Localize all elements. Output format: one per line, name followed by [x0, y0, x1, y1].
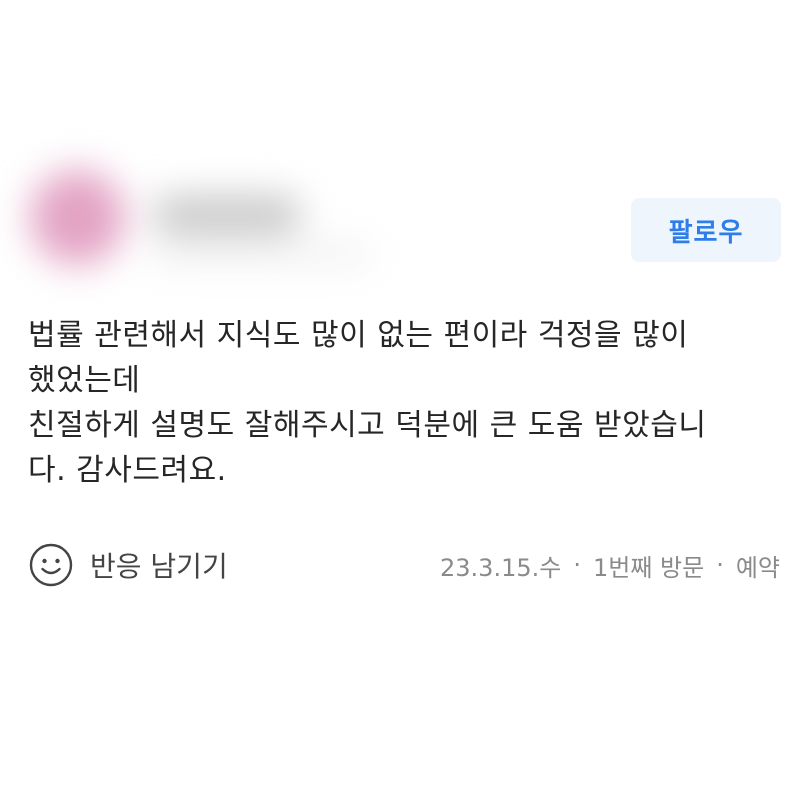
reaction-label: 반응 남기기 [90, 550, 228, 583]
follow-button[interactable]: 팔로우 [631, 198, 781, 262]
review-line: 했었는데 [28, 363, 141, 398]
visit-type: 예약 [735, 553, 780, 582]
username-redacted [152, 195, 302, 235]
review-line: 다. 감사드려요. [28, 453, 227, 488]
visit-count: 1번째 방문 [592, 553, 705, 582]
meta-separator: · [716, 551, 724, 579]
smile-icon [29, 543, 73, 587]
review-date: 23.3.15.수 [440, 553, 562, 582]
review-text: 법률 관련해서 지식도 많이 없는 편이라 걱정을 많이 했었는데 친절하게 설… [28, 313, 778, 493]
blurred-profile [12, 150, 412, 290]
user-info-redacted [152, 245, 372, 263]
review-card: 팔로우 법률 관련해서 지식도 많이 없는 편이라 걱정을 많이 했었는데 친절… [0, 0, 800, 800]
avatar [30, 170, 125, 265]
review-line: 법률 관련해서 지식도 많이 없는 편이라 걱정을 많이 [28, 318, 689, 353]
review-line: 친절하게 설명도 잘해주시고 덕분에 큰 도움 받았습니 [28, 408, 707, 443]
meta-separator: · [573, 551, 581, 579]
leave-reaction-button[interactable]: 반응 남기기 [28, 540, 228, 590]
review-meta: 23.3.15.수 · 1번째 방문 · 예약 [440, 540, 780, 590]
